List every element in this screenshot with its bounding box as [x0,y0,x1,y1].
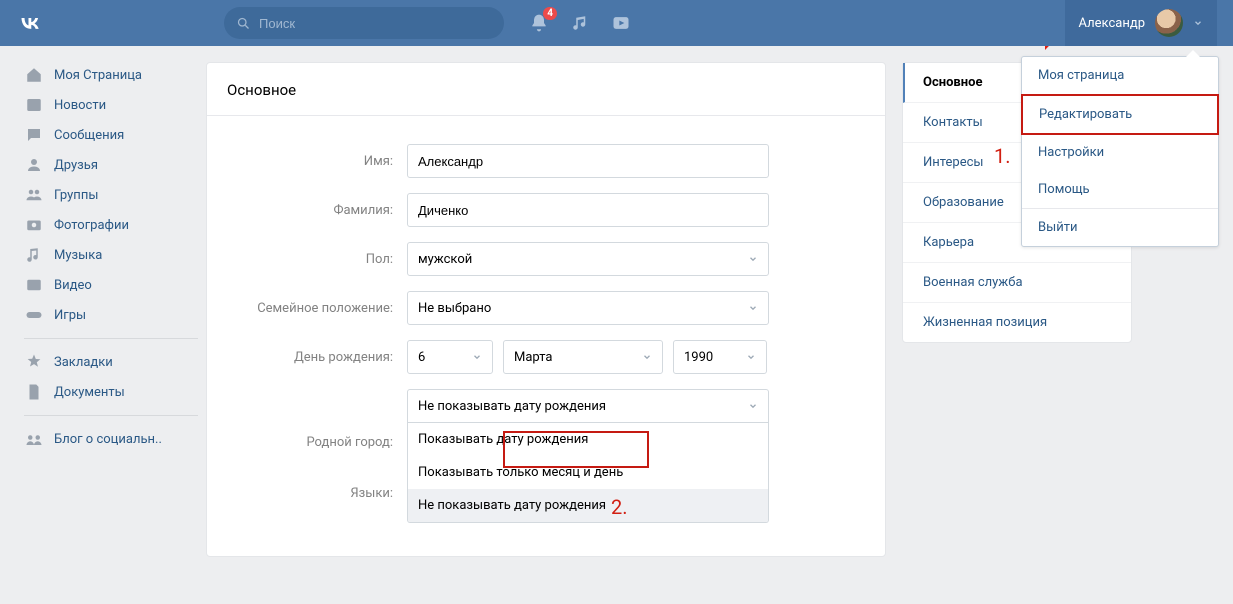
select-bday-year[interactable]: 1990 [673,340,767,374]
nav-blog[interactable]: Блог о социальн.. [16,424,206,454]
chevron-down-icon [642,352,652,362]
input-name[interactable] [407,144,769,178]
nav-label: Музыка [54,248,102,263]
rnav-life[interactable]: Жизненная позиция [903,303,1131,342]
user-name: Александр [1079,16,1145,31]
label-name: Имя: [207,154,407,169]
annotation-1: 1. [994,144,1011,168]
nav-label: Закладки [54,355,113,370]
select-value: мужской [418,252,472,267]
nav-messages[interactable]: Сообщения [16,120,206,150]
search-input[interactable] [259,16,492,31]
music-nav-icon [24,246,44,264]
dd-help[interactable]: Помощь [1022,171,1218,208]
bvis-dropdown: Показывать дату рождения Показывать толь… [407,423,769,523]
bvis-wrapper: Не показывать дату рождения Показывать д… [407,389,769,523]
video-icon[interactable] [611,13,631,33]
chevron-down-icon [748,254,758,264]
docs-icon [24,383,44,401]
music-icon[interactable] [571,14,589,32]
header-bar: 4 Александр [0,0,1233,46]
nav-label: Группы [54,188,98,203]
nav-docs[interactable]: Документы [16,377,206,407]
main-card: Основное Имя: Фамилия: Пол: мужской Семе… [206,62,886,557]
select-marital[interactable]: Не выбрано [407,291,769,325]
photos-icon [24,216,44,234]
dd-edit[interactable]: Редактировать [1021,94,1219,135]
nav-photos[interactable]: Фотографии [16,210,206,240]
nav-music[interactable]: Музыка [16,240,206,270]
input-surname[interactable] [407,193,769,227]
dd-logout[interactable]: Выйти [1022,209,1218,246]
profile-form: Имя: Фамилия: Пол: мужской Семейное поло… [207,116,885,501]
user-menu-trigger[interactable]: Александр [1065,0,1217,46]
card-title: Основное [207,63,885,116]
bvis-opt-1[interactable]: Показывать только месяц и день [408,456,768,489]
annotation-2: 2. [611,495,628,519]
notif-badge: 4 [543,7,557,20]
nav-label: Фотографии [54,218,129,233]
nav-label: Моя Страница [54,68,142,83]
label-gender: Пол: [207,252,407,267]
dd-my-page[interactable]: Моя страница [1022,57,1218,94]
nav-label: Друзья [54,158,98,173]
chevron-down-icon [748,401,758,411]
select-value: Марта [514,350,552,365]
games-icon [24,306,44,324]
nav-games[interactable]: Игры [16,300,206,330]
bookmarks-icon [24,353,44,371]
chevron-down-icon [472,352,482,362]
chevron-down-icon [746,352,756,362]
nav-my-page[interactable]: Моя Страница [16,60,206,90]
select-bday-month[interactable]: Марта [503,340,663,374]
label-marital: Семейное положение: [207,301,407,316]
header-icons: 4 [529,13,631,33]
select-value: 1990 [684,350,713,365]
nav-video[interactable]: Видео [16,270,206,300]
dd-settings[interactable]: Настройки [1022,134,1218,171]
label-surname: Фамилия: [207,203,407,218]
search-box[interactable] [224,7,504,39]
nav-label: Новости [54,98,106,113]
select-bvis[interactable]: Не показывать дату рождения [407,389,769,423]
avatar [1155,9,1183,37]
select-value: 6 [418,350,425,365]
chevron-down-icon [748,303,758,313]
select-gender[interactable]: мужской [407,242,769,276]
label-languages: Языки: [207,486,407,501]
select-bday-day[interactable]: 6 [407,340,493,374]
label-hometown: Родной город: [207,435,407,450]
nav-groups[interactable]: Группы [16,180,206,210]
user-dropdown: Моя страница Редактировать Настройки Пом… [1021,56,1219,247]
rnav-military[interactable]: Военная служба [903,263,1131,303]
nav-friends[interactable]: Друзья [16,150,206,180]
notifications-icon[interactable]: 4 [529,13,549,33]
nav-news[interactable]: Новости [16,90,206,120]
nav-label: Игры [54,308,86,323]
news-icon [24,96,44,114]
bvis-opt-0[interactable]: Показывать дату рождения [408,423,768,456]
nav-label: Блог о социальн.. [54,432,162,447]
nav-label: Сообщения [54,128,124,143]
nav-label: Видео [54,278,92,293]
friends-icon [24,156,44,174]
messages-icon [24,126,44,144]
groups-icon [24,186,44,204]
search-icon [236,16,251,31]
home-icon [24,66,44,84]
chevron-down-icon [1193,18,1203,28]
community-icon [24,430,44,448]
select-value: Не показывать дату рождения [418,399,606,414]
nav-bookmarks[interactable]: Закладки [16,347,206,377]
label-birthday: День рождения: [207,350,407,365]
select-value: Не выбрано [418,301,491,316]
nav-label: Документы [54,385,125,400]
birthday-group: 6 Марта 1990 [407,340,767,374]
video-nav-icon [24,276,44,294]
vk-logo[interactable] [16,9,44,37]
bvis-opt-2[interactable]: Не показывать дату рождения [408,489,768,522]
leftnav: Моя Страница Новости Сообщения Друзья Гр… [16,46,206,557]
